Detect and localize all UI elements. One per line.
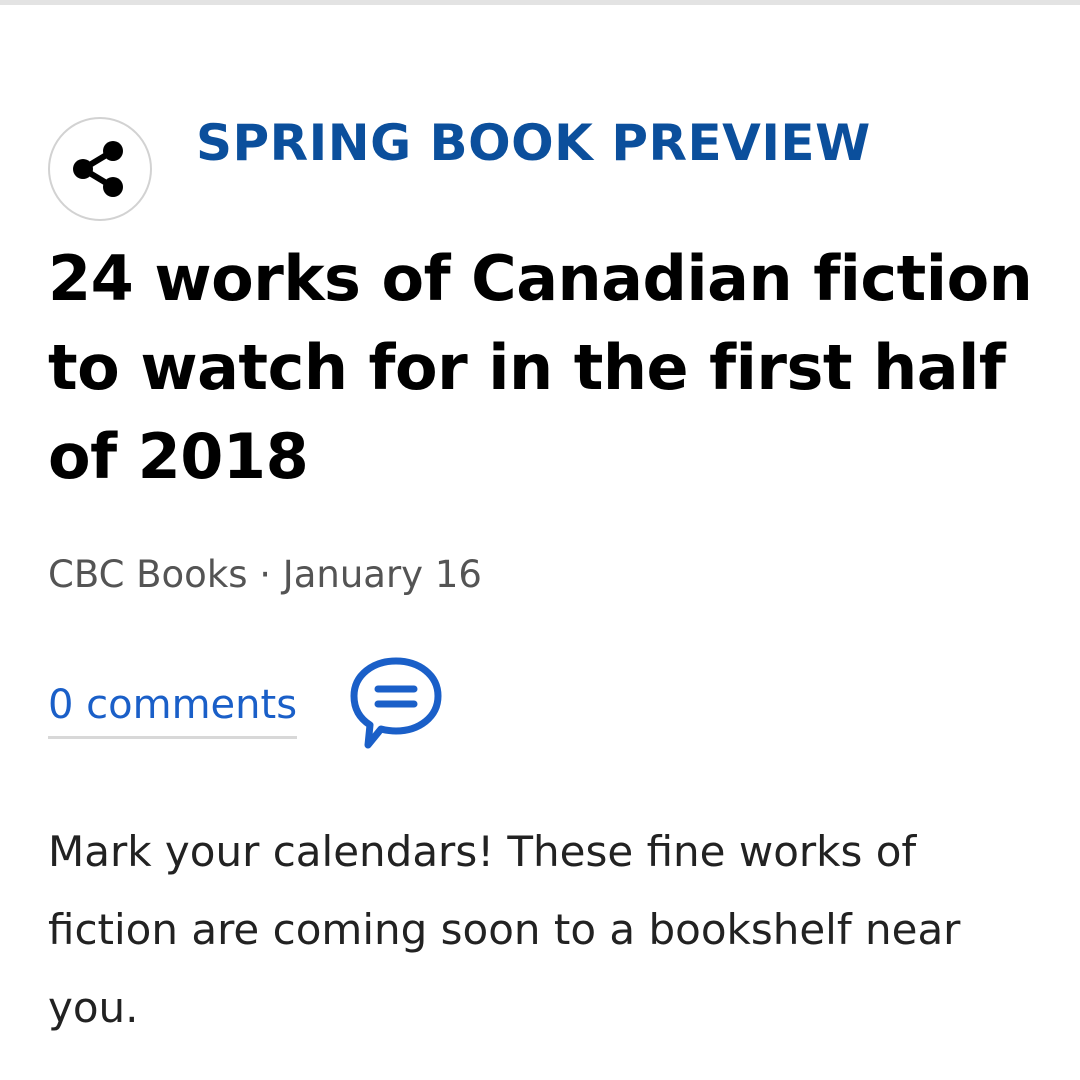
byline: CBC Books · January 16: [48, 553, 482, 596]
article-headline: 24 works of Canadian fiction to watch fo…: [48, 242, 1033, 493]
article-intro: Mark your calendars! These fine works of…: [48, 827, 961, 1032]
top-divider: [0, 0, 1080, 5]
share-button[interactable]: [48, 117, 152, 221]
comments-button[interactable]: [344, 655, 448, 753]
section-kicker: SPRING BOOK PREVIEW: [196, 114, 871, 172]
comments-link[interactable]: 0 comments: [48, 678, 298, 739]
share-icon: [73, 141, 123, 197]
speech-bubble-icon: [350, 657, 442, 749]
